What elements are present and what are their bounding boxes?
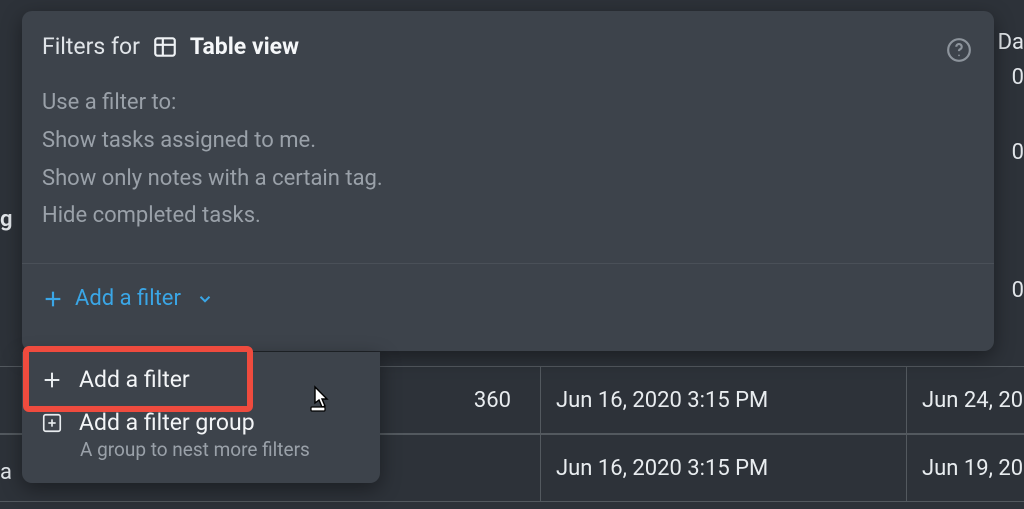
menu-item-add-filter-group[interactable]: Add a filter group A group to nest more … (22, 401, 380, 469)
bg-col-label-date-partial: Da (998, 30, 1024, 55)
plus-icon (42, 288, 64, 310)
menu-item-label: Add a filter (79, 366, 190, 393)
menu-item-label: Add a filter group (79, 409, 255, 436)
plus-icon (40, 368, 64, 392)
add-filter-dropdown-trigger[interactable]: Add a filter (22, 264, 994, 333)
help-icon[interactable] (946, 37, 972, 63)
panel-title: Filters for Table view (42, 33, 966, 60)
desc-line: Hide completed tasks. (42, 197, 974, 235)
cell-number: 360 (474, 388, 511, 413)
filters-panel: Filters for Table view Us (22, 11, 994, 351)
bg-col-label-g: g (0, 207, 13, 232)
cell-date: Jun 19, 20 (906, 435, 1023, 501)
bg-value-zero: 0 (1012, 65, 1024, 90)
menu-item-add-filter[interactable]: Add a filter (22, 358, 380, 401)
bg-value-zero: 0 (1012, 278, 1024, 303)
bg-value-zero: 0 (1012, 140, 1024, 165)
view-name: Table view (190, 33, 299, 60)
menu-item-subtitle: A group to nest more filters (80, 438, 362, 461)
add-filter-label: Add a filter (75, 286, 181, 311)
table-icon (152, 34, 178, 60)
desc-line: Show tasks assigned to me. (42, 122, 974, 160)
desc-line: Show only notes with a certain tag. (42, 160, 974, 198)
cell-date: Jun 16, 2020 3:15 PM (540, 367, 768, 433)
add-group-icon (40, 411, 64, 435)
add-filter-dropdown: Add a filter Add a filter group A group … (22, 352, 380, 483)
cell-date: Jun 24, 20 (906, 367, 1023, 433)
chevron-down-icon (196, 290, 214, 308)
desc-line: Use a filter to: (42, 84, 974, 122)
cell-date: Jun 16, 2020 3:15 PM (540, 435, 768, 501)
title-prefix: Filters for (42, 33, 140, 60)
panel-description: Use a filter to: Show tasks assigned to … (22, 70, 994, 263)
